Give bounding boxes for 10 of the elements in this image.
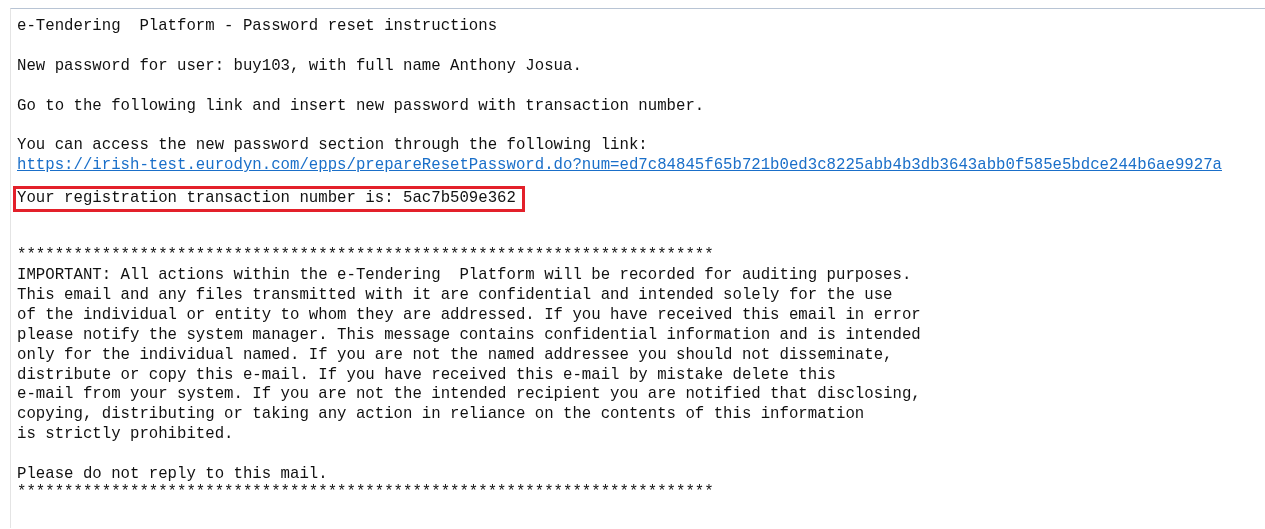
instruction-text: Go to the following link and insert new password with transaction number. <box>17 96 706 117</box>
disclaimer-text: IMPORTANT: All actions within the e-Tendering Platform will be recorded for auditing purposes. This email and any files transmitted with it are confidential and intended solely for the use of the individual or entity to whom they are addressed. If you have received this email in error please notify the system manager. This message contains confidential information and is intended only for the individual named. If you are not the named addressee you should not disseminate, distribute or copy this e-mail. If you have received this e-mail by mistake delete this e-mail from your system. If you are not the intended recipient you are notified that disclosing, copying, distributing or taking any action in reliance on the contents of this information is strictly prohibited. <box>17 266 922 446</box>
user-info-text: New password for user: buy103, with full name Anthony Josua. <box>17 56 583 77</box>
reset-password-link[interactable]: https://irish-test.eurodyn.com/epps/prepareResetPassword.do?num=ed7c84845f65b721b0ed3c8225abb4b3db3643abb0f585e5bdce244b6ae9927a <box>17 156 1222 177</box>
access-text: You can access the new password section through the following link: <box>17 136 649 157</box>
closing-text: Please do not reply to this mail. <box>17 465 329 484</box>
email-subject-line: e-Tendering Platform - Password reset instructions <box>17 17 499 37</box>
transaction-number-text: Your registration transaction number is: 5ac7b509e362 <box>13 186 525 213</box>
separator-text: ************************************************************************** <box>17 246 715 266</box>
separator-text: ************************************************************************** <box>17 484 715 499</box>
